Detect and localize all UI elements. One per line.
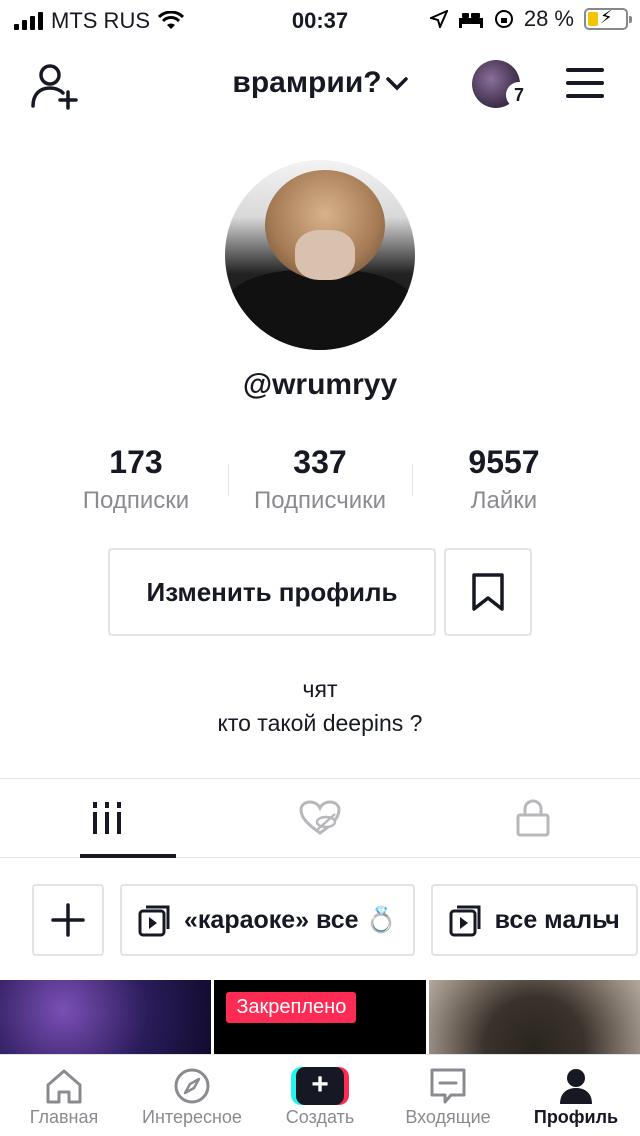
video-thumbnail[interactable] xyxy=(0,980,212,1054)
profile-avatar[interactable] xyxy=(225,160,415,350)
location-icon xyxy=(429,10,448,28)
nav-label: Главная xyxy=(29,1107,99,1127)
nav-profile[interactable]: Профиль xyxy=(512,1055,640,1136)
edit-profile-button[interactable]: Изменить профиль xyxy=(108,548,436,636)
hidden-heart-icon xyxy=(299,800,341,835)
likes-stat[interactable]: 9557 Лайки xyxy=(412,444,596,514)
bottom-nav: Главная Интересное + Создать Входящие Пр… xyxy=(0,1054,640,1136)
account-switcher[interactable]: врамрии? xyxy=(0,66,640,100)
followers-count: 337 xyxy=(293,444,347,480)
grid-icon xyxy=(92,802,121,834)
playlist-chip[interactable]: все мальч xyxy=(430,884,638,956)
nav-label: Интересное xyxy=(142,1107,242,1127)
tab-private[interactable] xyxy=(427,779,640,857)
bio: чят кто такой deepins ? xyxy=(0,672,640,740)
plus-icon xyxy=(51,903,85,937)
nav-inbox[interactable]: Входящие xyxy=(384,1055,512,1136)
bio-line: кто такой deepins ? xyxy=(217,710,423,736)
nav-home[interactable]: Главная xyxy=(0,1055,128,1136)
battery-icon: ⚡ xyxy=(584,7,632,30)
tab-videos[interactable] xyxy=(0,779,213,858)
bed-icon xyxy=(458,13,483,28)
nav-create[interactable]: + Создать xyxy=(256,1055,384,1136)
nav-label: Входящие xyxy=(405,1107,491,1127)
profile-icon xyxy=(560,1069,592,1104)
likes-count: 9557 xyxy=(468,444,540,480)
tab-liked[interactable] xyxy=(213,779,426,857)
inbox-icon xyxy=(430,1068,466,1104)
create-icon: + xyxy=(291,1067,349,1105)
playlist-title: «караоке» все 💍 xyxy=(184,905,397,934)
video-thumbnail[interactable] xyxy=(428,980,640,1054)
video-thumbnail[interactable]: Закреплено xyxy=(214,980,426,1054)
profile-header: врамрии? 7 xyxy=(0,52,640,116)
rotation-lock-icon xyxy=(494,10,513,28)
content-tabs xyxy=(0,778,640,858)
playlist-title: все мальч xyxy=(494,905,620,934)
compass-icon xyxy=(174,1068,210,1104)
bookmark-icon xyxy=(472,573,504,611)
following-stat[interactable]: 173 Подписки xyxy=(44,444,228,514)
add-playlist-button[interactable] xyxy=(32,884,104,956)
favorites-button[interactable] xyxy=(444,548,532,636)
battery-percent: 28 % xyxy=(523,6,574,31)
status-bar: MTS RUS 00:37 28 % ⚡ xyxy=(0,0,640,42)
page-title: врамрии? xyxy=(232,66,382,99)
playlists-row: «караоке» все 💍 все мальч xyxy=(32,884,638,956)
playlist-chip[interactable]: «караоке» все 💍 xyxy=(120,884,415,956)
likes-label: Лайки xyxy=(470,487,538,514)
chevron-down-icon xyxy=(385,77,408,91)
lock-icon xyxy=(516,799,550,837)
profile-stats: 173 Подписки 337 Подписчики 9557 Лайки xyxy=(44,444,596,514)
nav-discover[interactable]: Интересное xyxy=(128,1055,256,1136)
home-icon xyxy=(46,1069,82,1104)
pinned-badge: Закреплено xyxy=(226,992,357,1023)
followers-label: Подписчики xyxy=(253,487,387,514)
playlist-icon xyxy=(138,905,170,937)
following-label: Подписки xyxy=(82,487,190,514)
following-count: 173 xyxy=(109,444,163,480)
username: @wrumryy xyxy=(242,368,398,401)
nav-label: Профиль xyxy=(533,1107,619,1127)
menu-icon[interactable] xyxy=(566,68,604,98)
followers-stat[interactable]: 337 Подписчики xyxy=(228,444,412,514)
playlist-icon xyxy=(449,905,481,937)
nav-label: Создать xyxy=(285,1107,355,1127)
video-grid: Закреплено xyxy=(0,980,640,1054)
bio-line: чят xyxy=(302,676,338,702)
story-count-badge: 7 xyxy=(506,82,532,108)
